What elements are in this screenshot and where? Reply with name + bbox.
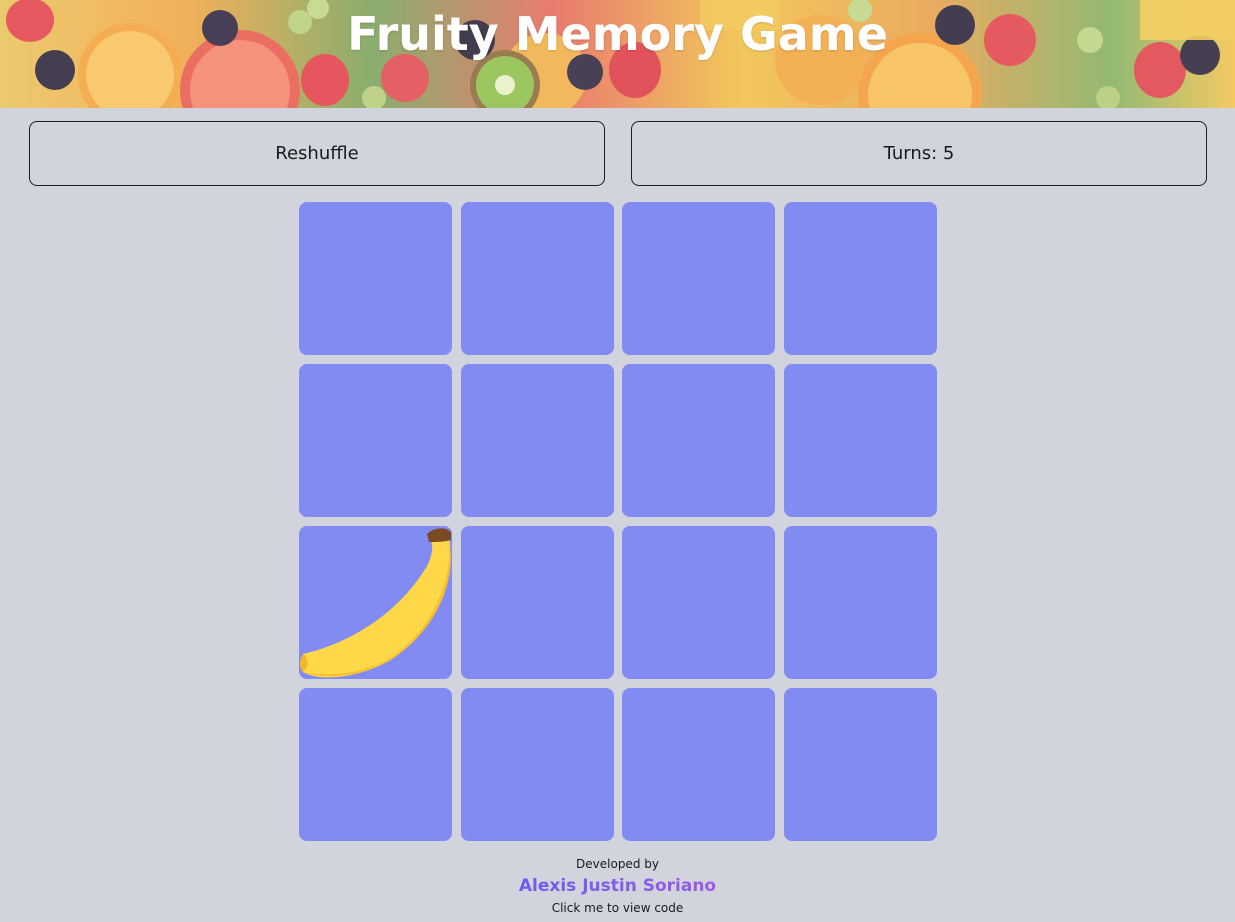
memory-card[interactable] — [783, 526, 937, 679]
memory-card[interactable] — [299, 202, 452, 355]
memory-card[interactable] — [299, 688, 452, 841]
memory-card[interactable] — [783, 202, 937, 355]
header-banner: Fruity Memory Game — [0, 0, 1235, 108]
page-title: Fruity Memory Game — [347, 7, 888, 61]
memory-card[interactable] — [622, 202, 775, 355]
memory-card[interactable] — [460, 688, 614, 841]
reshuffle-button[interactable]: Reshuffle — [29, 121, 605, 186]
memory-card[interactable] — [460, 526, 614, 679]
developer-name-link[interactable]: Alexis Justin Soriano — [519, 873, 716, 899]
memory-card[interactable] — [622, 688, 775, 841]
developed-by-label: Developed by — [576, 857, 659, 871]
banana-icon — [300, 528, 451, 678]
memory-card[interactable] — [622, 526, 775, 679]
memory-card[interactable] — [460, 202, 614, 355]
memory-card[interactable] — [783, 688, 937, 841]
footer: Developed by Alexis Justin Soriano Click… — [0, 855, 1235, 917]
turns-counter: Turns: 5 — [631, 121, 1207, 186]
game-board — [299, 202, 937, 841]
view-code-hint[interactable]: Click me to view code — [0, 899, 1235, 917]
memory-card[interactable] — [783, 364, 937, 517]
memory-card[interactable] — [299, 364, 452, 517]
memory-card[interactable] — [460, 364, 614, 517]
memory-card[interactable] — [622, 364, 775, 517]
memory-card-revealed[interactable] — [299, 526, 452, 679]
